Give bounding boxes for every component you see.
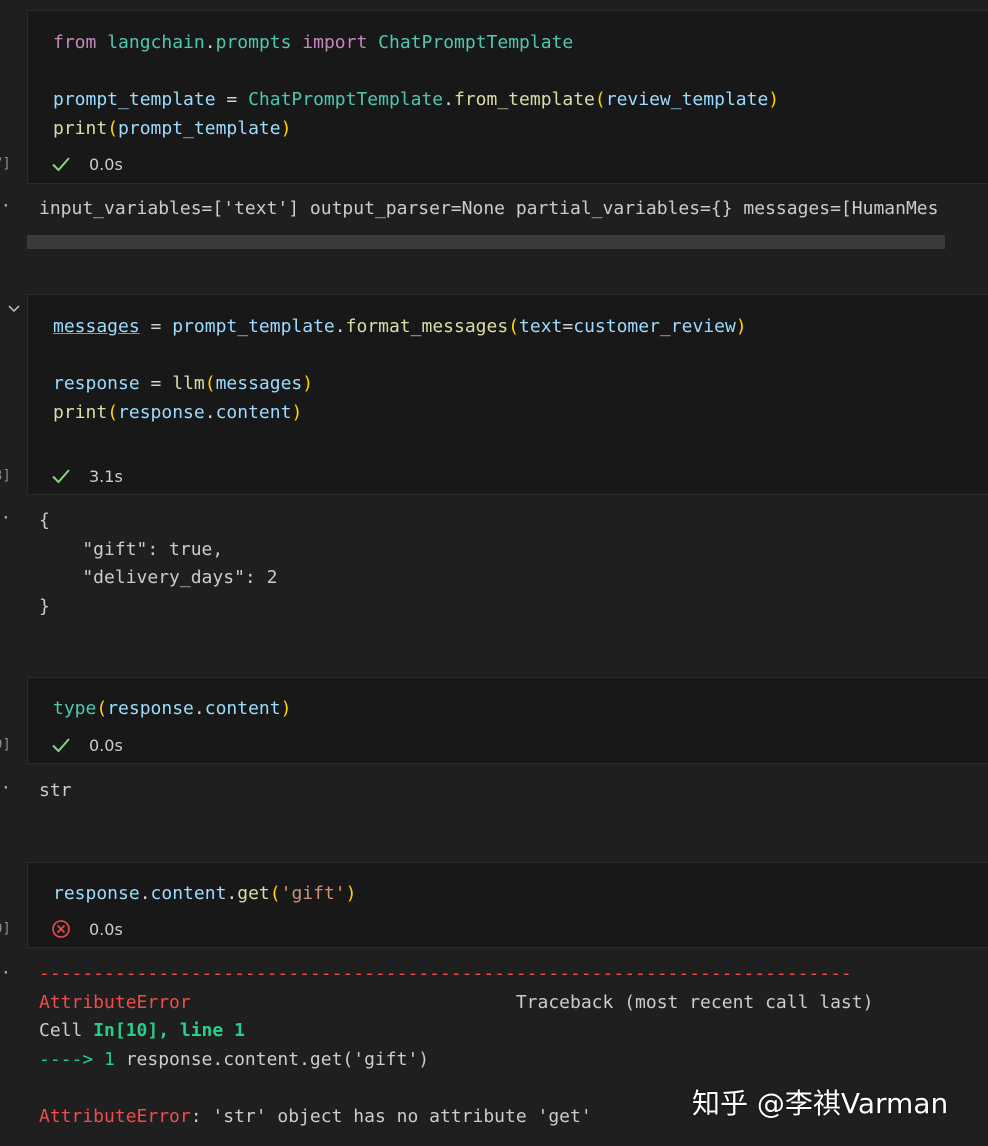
output-marker[interactable]: · xyxy=(1,778,11,797)
code-token: from xyxy=(53,32,97,53)
code-token: content xyxy=(215,401,292,423)
code-token: review_template xyxy=(605,89,769,110)
code-token: . xyxy=(139,883,151,904)
code-token: content xyxy=(150,883,227,904)
watermark: 知乎 @李祺Varman xyxy=(692,1087,949,1120)
execution-count: 0] xyxy=(0,921,11,937)
code-token: . xyxy=(443,89,454,110)
cell-reference[interactable]: In[10], line 1 xyxy=(93,1020,245,1041)
code-token: text xyxy=(519,316,563,337)
code-token: = xyxy=(139,316,173,337)
code-token: 'gift' xyxy=(280,883,346,904)
traceback-header: Traceback (most recent call last) xyxy=(515,991,874,1013)
code-token: . xyxy=(204,32,216,53)
cell-status: 0.0s xyxy=(50,153,123,175)
code-token: content xyxy=(204,698,281,719)
code-token: . xyxy=(193,698,205,719)
code-token: = xyxy=(562,316,574,337)
code-token: ( xyxy=(269,883,281,904)
code-token: messages xyxy=(53,316,140,337)
code-token: from_template xyxy=(454,89,595,110)
output-marker[interactable]: · xyxy=(1,963,11,982)
code-token: prompts xyxy=(215,32,292,53)
execution-time: 3.1s xyxy=(89,466,123,486)
error-name: AttributeError xyxy=(39,991,191,1013)
code-token: . xyxy=(334,316,346,337)
code-token: ) xyxy=(280,117,292,139)
code-token: format_messages xyxy=(345,316,509,337)
code-token: response xyxy=(118,401,205,423)
code-token: print xyxy=(53,117,108,139)
code-editor-2[interactable]: messages = prompt_template.format_messag… xyxy=(53,313,747,427)
code-token: = xyxy=(139,373,173,394)
execution-time: 0.0s xyxy=(89,919,123,939)
execution-count: 3] xyxy=(0,468,11,484)
code-token: ) xyxy=(280,698,292,719)
code-token: ) xyxy=(291,401,303,423)
traceback-code: response.content.get('gift') xyxy=(114,1048,430,1070)
code-token: prompt_template xyxy=(53,89,216,110)
output-marker[interactable]: · xyxy=(1,196,11,215)
code-token: ( xyxy=(96,698,108,719)
code-token: print xyxy=(53,401,108,423)
code-token: ( xyxy=(107,117,119,139)
code-editor-4[interactable]: response.content.get('gift') xyxy=(53,880,356,909)
code-token: . xyxy=(204,401,216,423)
execution-count: 9] xyxy=(0,737,11,753)
code-token: ChatPromptTemplate xyxy=(378,32,574,53)
error-message: : 'str' object has no attribute 'get' xyxy=(190,1105,592,1127)
code-token: ) xyxy=(768,89,780,110)
code-token: ( xyxy=(594,89,606,110)
code-token: ( xyxy=(204,373,216,394)
cell-output-2: { "gift": true, "delivery_days": 2 } xyxy=(39,510,278,617)
code-token: ChatPromptTemplate xyxy=(248,89,444,110)
execution-time: 0.0s xyxy=(89,735,123,755)
execution-time: 0.0s xyxy=(89,154,123,174)
cell-output-3: str xyxy=(39,780,72,801)
code-editor-3[interactable]: type(response.content) xyxy=(53,695,291,724)
code-token: . xyxy=(226,883,238,904)
check-icon xyxy=(52,157,70,172)
chevron-down-icon[interactable] xyxy=(6,300,22,316)
code-token: ) xyxy=(345,883,357,904)
code-token: ( xyxy=(107,401,119,423)
horizontal-scrollbar[interactable] xyxy=(27,235,945,249)
code-token: response xyxy=(53,373,140,394)
output-marker[interactable]: · xyxy=(1,508,11,527)
check-icon xyxy=(52,738,70,753)
execution-count: 7] xyxy=(0,156,11,172)
code-token: = xyxy=(215,89,249,110)
cell-prefix: Cell xyxy=(39,1020,94,1041)
code-token: ( xyxy=(508,316,520,337)
cell-status: 3.1s xyxy=(50,465,123,487)
code-editor-1[interactable]: from langchain.prompts import ChatPrompt… xyxy=(53,29,779,143)
code-token: messages xyxy=(215,373,303,394)
code-token: customer_review xyxy=(573,316,736,337)
code-token: import xyxy=(302,32,368,53)
code-token: prompt_template xyxy=(172,316,335,337)
code-token: response xyxy=(53,883,140,904)
code-token: ) xyxy=(302,373,314,394)
error-circle-icon xyxy=(52,920,70,938)
cell-status: 0.0s xyxy=(50,734,123,756)
check-icon xyxy=(52,469,70,484)
code-token: ) xyxy=(735,316,747,337)
code-token: get xyxy=(237,883,270,904)
code-token: prompt_template xyxy=(118,117,281,139)
code-token: llm xyxy=(172,373,205,394)
cell-output-1: input_variables=['text'] output_parser=N… xyxy=(39,198,939,219)
cell-status: 0.0s xyxy=(50,918,123,940)
code-token: langchain xyxy=(107,32,205,53)
traceback-arrow: ----> 1 xyxy=(39,1048,115,1070)
code-token: response xyxy=(107,698,194,719)
traceback-separator: ----------------------------------------… xyxy=(39,963,852,984)
code-token: type xyxy=(53,698,97,719)
error-final-name: AttributeError xyxy=(39,1105,191,1127)
